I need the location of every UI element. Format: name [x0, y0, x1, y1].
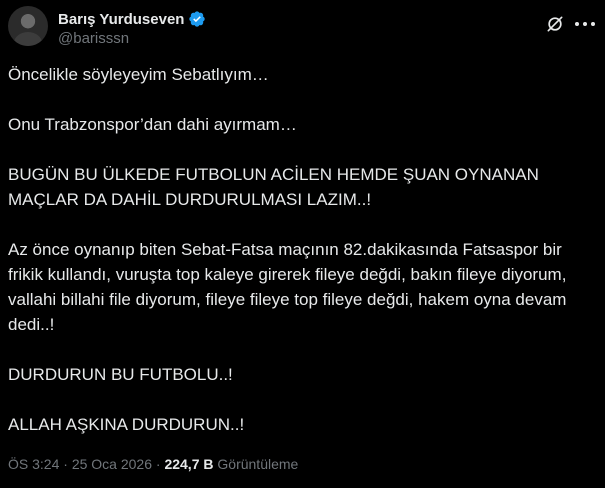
verified-badge-icon [189, 11, 206, 27]
tweet-time[interactable]: ÖS 3:24 [8, 456, 59, 472]
views-count: 224,7 B [164, 456, 214, 472]
tweet-text: Öncelikle söyleyeyim Sebatlıyım… Onu Tra… [8, 62, 598, 462]
more-dot [575, 22, 579, 26]
tweet-paragraph: DURDURUN BU FUTBOLU..! [8, 365, 233, 384]
more-dot [583, 22, 587, 26]
grok-icon[interactable] [545, 14, 565, 34]
author-name-row: Barış Yurduseven [58, 10, 206, 28]
tweet-paragraph: Onu Trabzonspor’dan dahi ayırmam… [8, 115, 297, 134]
more-dot [591, 22, 595, 26]
tweet-date[interactable]: 25 Oca 2026 [72, 456, 152, 472]
views-label: Görüntüleme [213, 456, 299, 472]
tweet-paragraph: ALLAH AŞKINA DURDURUN..! [8, 415, 245, 434]
author-display-name[interactable]: Barış Yurduseven [58, 11, 184, 28]
meta-separator: · [59, 456, 72, 472]
more-options-icon[interactable] [575, 14, 595, 34]
author-handle[interactable]: @barisssn [58, 30, 129, 47]
avatar[interactable] [8, 6, 48, 46]
tweet-paragraph: BUGÜN BU ÜLKEDE FUTBOLUN ACİLEN HEMDE ŞU… [8, 165, 544, 209]
meta-separator: · [152, 456, 165, 472]
tweet-metadata: ÖS 3:24 · 25 Oca 2026 · 224,7 B Görüntül… [8, 456, 298, 472]
tweet-paragraph: Öncelikle söyleyeyim Sebatlıyım… [8, 65, 269, 84]
tweet-paragraph: Az önce oynanıp biten Sebat-Fatsa maçını… [8, 240, 572, 334]
tweet-header: Barış Yurduseven @barisssn [8, 6, 605, 50]
